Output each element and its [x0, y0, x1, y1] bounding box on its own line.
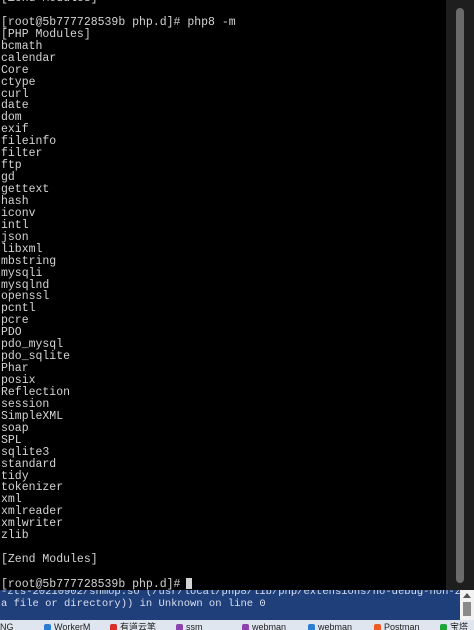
terminal-line: filter [1, 147, 43, 161]
terminal-line: calendar [1, 51, 57, 65]
shell-prompt-text: [root@5b777728539b php.d]# [1, 577, 181, 590]
terminal-line: libxml [1, 242, 43, 256]
taskbar-item-postman[interactable]: Postman [374, 620, 420, 630]
shell-prompt-line: [root@5b777728539b php.d]# [1, 577, 236, 590]
app-icon [374, 624, 381, 630]
app-icon [440, 624, 447, 630]
terminal-line: mysqli [1, 266, 43, 280]
terminal-line: curl [1, 87, 29, 101]
taskbar-item-ssm[interactable]: ssm [176, 620, 203, 630]
terminal-line: standard [1, 457, 57, 471]
terminal-line: [PHP Modules] [1, 27, 91, 41]
terminal-line: pdo_sqlite [1, 350, 71, 364]
terminal-line: zlib [1, 529, 29, 543]
taskbar-item-label: 宝塔 [450, 622, 469, 630]
terminal-line: date [1, 99, 29, 113]
taskbar-item-label: Postman [384, 622, 420, 630]
error-message-line-2: a file or directory)) in Unknown on line… [1, 597, 266, 610]
terminal-line: hash [1, 194, 29, 208]
app-icon [308, 624, 315, 630]
app-icon [242, 624, 249, 630]
terminal-line: pcre [1, 314, 29, 328]
taskbar-item-webman-2[interactable]: webman [308, 620, 352, 630]
terminal-output: [Zend Modules] [root@5b777728539b php.d]#… [1, 0, 236, 590]
taskbar-item-workerm[interactable]: WorkerM [44, 620, 90, 630]
screen: [Zend Modules] [root@5b777728539b php.d]#… [0, 0, 474, 630]
taskbar-item-youdao-note[interactable]: 有道云笔 [110, 620, 156, 630]
terminal-scrollbar-thumb[interactable] [456, 8, 464, 583]
terminal-line: pcntl [1, 302, 36, 316]
terminal-line: bcmath [1, 39, 43, 53]
taskbar-item-label: webman [318, 622, 353, 630]
terminal-line: gettext [1, 183, 50, 196]
terminal-line: iconv [1, 206, 36, 220]
terminal-scrollbar[interactable] [446, 0, 474, 590]
terminal-line: intl [1, 218, 29, 232]
terminal-line: SPL [1, 433, 22, 447]
taskbar-item-label: webman [252, 622, 287, 630]
app-icon [44, 624, 51, 630]
terminal-line: tokenizer [1, 481, 64, 495]
terminal-line: Core [1, 63, 29, 77]
taskbar: NG WorkerM 有道云笔 ssm webman webman Postma… [0, 620, 474, 630]
taskbar-item-label: ssm [186, 622, 203, 630]
taskbar-item-baota[interactable]: 宝塔 [440, 620, 468, 630]
taskbar-item-webman[interactable]: webman [242, 620, 286, 630]
terminal-line: json [1, 230, 29, 244]
taskbar-item-label: 有道云笔 [120, 622, 157, 630]
app-icon [110, 624, 117, 630]
taskbar-item-ng[interactable]: NG [0, 620, 14, 630]
terminal-line: SimpleXML [1, 409, 64, 423]
terminal-line: ctype [1, 75, 36, 89]
error-panel-scrollbar-thumb[interactable] [463, 602, 471, 616]
cursor-icon [186, 577, 193, 589]
terminal-line: dom [1, 111, 22, 125]
app-icon [176, 624, 183, 630]
terminal-line: soap [1, 421, 29, 435]
terminal-line: Phar [1, 362, 29, 376]
terminal-line: [Zend Modules] [1, 553, 98, 567]
terminal-line: xmlwriter [1, 517, 64, 531]
scroll-up-arrow-icon[interactable] [463, 593, 471, 598]
error-panel-scrollbar[interactable] [460, 590, 474, 620]
terminal-line: openssl [1, 290, 50, 304]
terminal-window[interactable]: [Zend Modules] [root@5b777728539b php.d]#… [0, 0, 446, 590]
terminal-line: ftp [1, 159, 22, 173]
terminal-line: mbstring [1, 254, 57, 268]
terminal-line: sqlite3 [1, 445, 50, 459]
error-message-panel: -zts-20210902/shmop.so (/usr/local/php8/… [0, 590, 474, 620]
taskbar-item-label: NG [0, 622, 14, 630]
taskbar-item-label: WorkerM [54, 622, 91, 630]
